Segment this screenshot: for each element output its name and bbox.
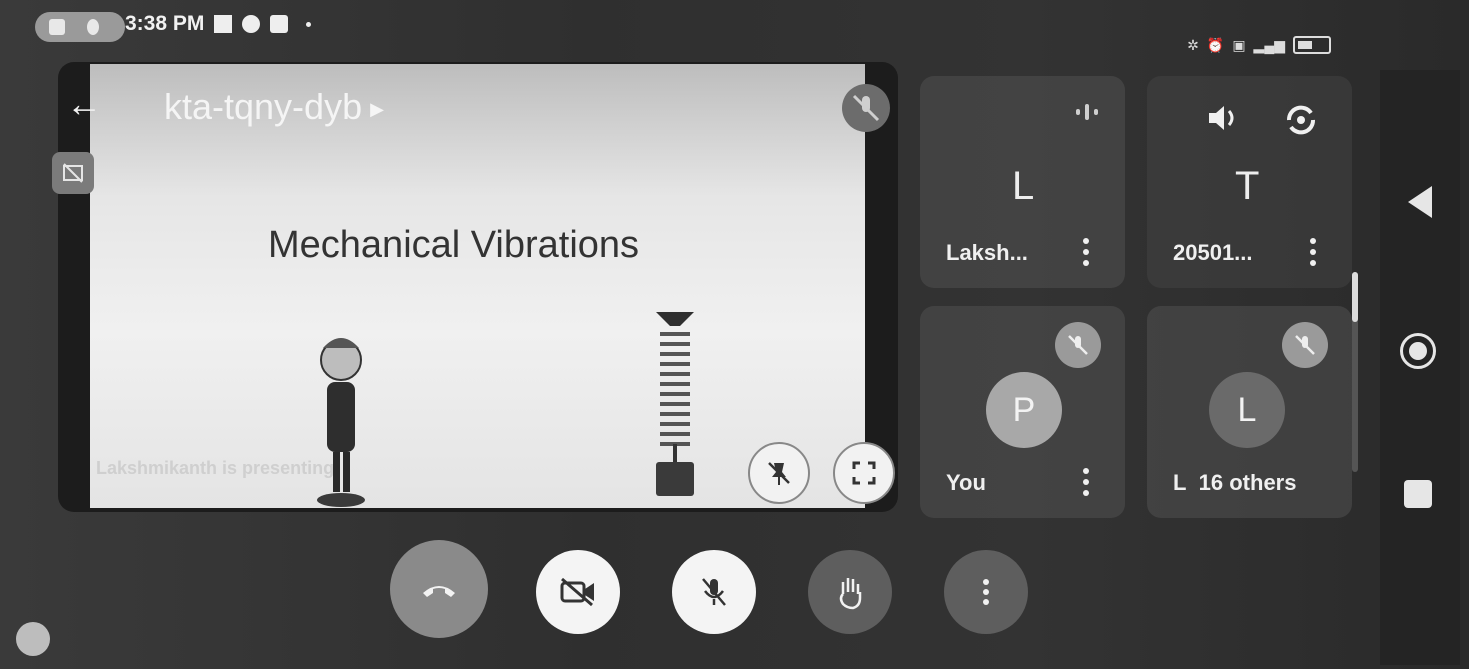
system-icons: ✲ ⏰ ▣ ▂▄▆: [1187, 36, 1331, 54]
raise-hand-button[interactable]: [808, 550, 892, 634]
notification-circle-icon: [242, 15, 260, 33]
speaker-icon: [1209, 106, 1234, 130]
upload-icon: [270, 15, 288, 33]
mic-off-icon: [702, 578, 726, 606]
end-call-button[interactable]: [390, 540, 488, 638]
participant-tile[interactable]: T 20501...: [1147, 76, 1352, 288]
participant-more-icon[interactable]: [1310, 238, 1316, 266]
cartoon-person-figure: [317, 338, 365, 507]
floating-assistive-icon[interactable]: [16, 622, 50, 656]
status-bar: 3:38 PM ✲ ⏰ ▣ ▂▄▆: [0, 0, 1469, 54]
nav-recents-icon[interactable]: [1404, 480, 1432, 508]
participant-tile[interactable]: P You: [920, 306, 1125, 518]
participant-name: 20501...: [1173, 240, 1253, 265]
avatar: L: [1209, 372, 1285, 448]
battery-icon: [1293, 36, 1331, 54]
mic-off-icon: [1055, 322, 1101, 368]
chevron-right-icon: ▶: [370, 98, 384, 119]
alarm-icon: ⏰: [1206, 36, 1225, 53]
participant-initial: L: [1012, 164, 1035, 208]
status-time: 3:38 PM: [125, 12, 205, 35]
back-arrow-icon[interactable]: ←: [66, 86, 102, 122]
participant-more-icon[interactable]: [1083, 238, 1089, 266]
presenter-mic-off-icon: [842, 84, 890, 132]
more-options-button[interactable]: [944, 550, 1028, 634]
mic-toggle-button[interactable]: [672, 550, 756, 634]
more-notifications-icon: [306, 21, 311, 27]
notification-icons: [214, 15, 311, 33]
microphone-icon: [87, 19, 99, 35]
participant-tile[interactable]: L L 16 others: [1147, 306, 1352, 518]
spring-mass-figure: [656, 312, 694, 496]
settings-gear-icon: ✲: [1187, 36, 1199, 53]
avatar: P: [986, 372, 1062, 448]
participant-initial: T: [1235, 164, 1260, 208]
participant-name: L 16 others: [1173, 470, 1297, 495]
presenting-label: Lakshmikanth is presenting: [96, 458, 335, 478]
camera-toggle-button[interactable]: [536, 550, 620, 634]
scrollbar-thumb[interactable]: [1352, 272, 1358, 322]
hand-icon: [839, 578, 862, 610]
slide-title: Mechanical Vibrations: [268, 224, 640, 266]
video-off-icon: [560, 577, 594, 607]
unpin-button[interactable]: [748, 442, 810, 504]
unpin-icon: [768, 462, 790, 485]
nav-back-icon[interactable]: [1408, 186, 1432, 218]
shared-slide[interactable]: Mechanical Vibrations: [90, 64, 865, 508]
meeting-code: kta-tqny-dyb: [164, 86, 363, 127]
mic-off-icon: [1282, 322, 1328, 368]
participant-tile[interactable]: L Laksh...: [920, 76, 1125, 288]
meeting-code-button[interactable]: kta-tqny-dyb ▶: [164, 86, 384, 128]
participant-initial: L: [1237, 390, 1257, 429]
camera-icon: [49, 19, 65, 35]
signal-icon: ▂▄▆: [1253, 36, 1285, 53]
participant-name: You: [946, 470, 986, 495]
sim-icon: ▣: [1232, 36, 1246, 53]
participant-initial: P: [1012, 390, 1036, 429]
switch-camera-icon[interactable]: [1281, 100, 1321, 140]
nav-home-icon[interactable]: [1400, 333, 1436, 369]
fullscreen-button[interactable]: [833, 442, 895, 504]
participant-name: Laksh...: [946, 240, 1028, 265]
notification-square-icon: [214, 15, 232, 33]
more-vert-icon: [983, 579, 989, 605]
audio-level-icon: [1076, 104, 1098, 120]
hide-self-view-icon[interactable]: [52, 152, 94, 194]
participant-more-icon[interactable]: [1083, 468, 1089, 496]
screen-record-pill: [35, 12, 125, 42]
phone-hangup-icon: [423, 586, 455, 597]
fullscreen-icon: [852, 461, 876, 485]
